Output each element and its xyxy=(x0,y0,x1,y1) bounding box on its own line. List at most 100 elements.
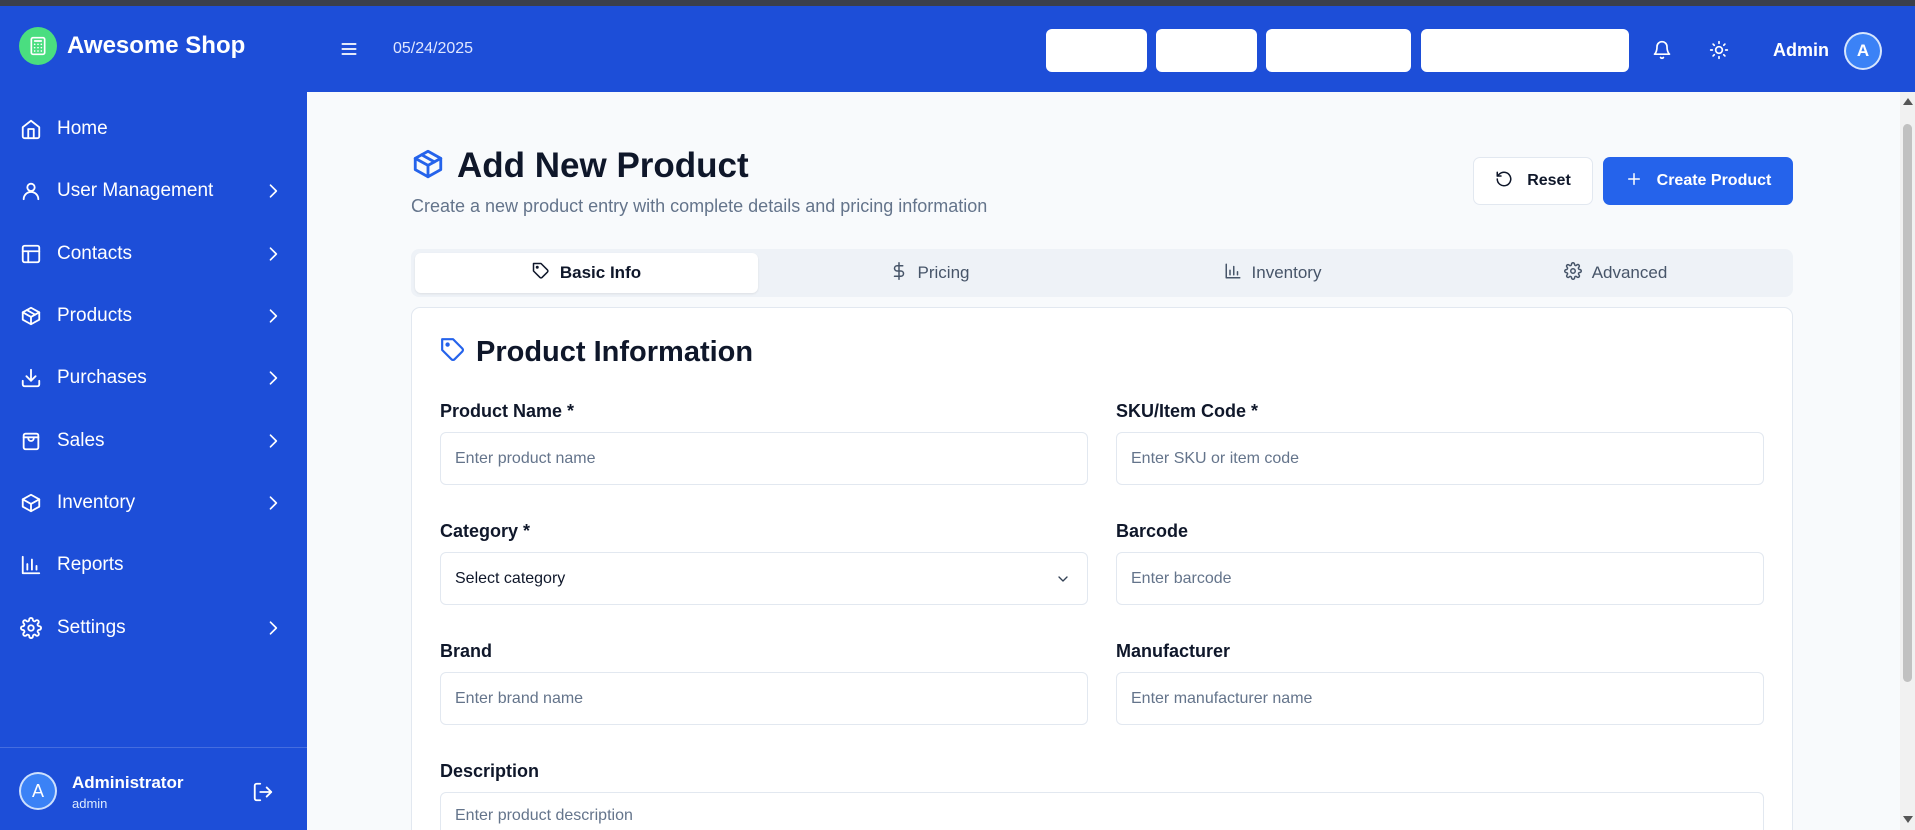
chevron-right-icon xyxy=(263,618,283,638)
gear-icon xyxy=(19,616,43,640)
avatar[interactable]: A xyxy=(19,772,57,810)
sidebar-nav: Home User Management Contacts Products P… xyxy=(0,98,307,659)
sidebar-item-label: Settings xyxy=(57,616,126,638)
plus-icon xyxy=(1625,170,1643,193)
sidebar-item-label: Reports xyxy=(57,554,124,576)
app-name: Awesome Shop xyxy=(67,32,246,59)
chevron-right-icon xyxy=(263,368,283,388)
chevron-right-icon xyxy=(263,244,283,264)
sidebar-item-label: Products xyxy=(57,305,132,327)
sidebar-item-label: User Management xyxy=(57,180,214,202)
current-date: 05/24/2025 xyxy=(393,40,474,57)
box-icon xyxy=(19,304,43,328)
scroll-down-arrow[interactable] xyxy=(1903,816,1913,823)
description-textarea[interactable] xyxy=(440,792,1764,830)
sun-icon[interactable] xyxy=(1709,40,1729,60)
product-name-label: Product Name * xyxy=(440,401,575,421)
sidebar: Awesome Shop Home User Management Contac… xyxy=(0,6,307,830)
tab-label: Basic Info xyxy=(559,263,642,282)
main-content: Add New Product Create a new product ent… xyxy=(307,92,1900,830)
section-title: Product Information xyxy=(476,336,754,368)
tab-label: Pricing xyxy=(917,263,970,282)
header-button-3[interactable] xyxy=(1266,29,1411,72)
bar-chart-icon xyxy=(19,553,43,577)
tab-label: Advanced xyxy=(1591,263,1668,282)
section-header: Product Information xyxy=(440,336,753,369)
sidebar-item-products[interactable]: Products xyxy=(0,285,307,347)
sku-input[interactable] xyxy=(1116,432,1764,485)
sidebar-item-reports[interactable]: Reports xyxy=(0,534,307,596)
sidebar-item-home[interactable]: Home xyxy=(0,98,307,160)
sidebar-item-user-management[interactable]: User Management xyxy=(0,160,307,222)
tab-bar: Basic Info Pricing Inventory Advanced xyxy=(411,249,1793,297)
page-header: Add New Product xyxy=(411,146,749,186)
sidebar-item-purchases[interactable]: Purchases xyxy=(0,347,307,409)
sidebar-item-settings[interactable]: Settings xyxy=(0,596,307,658)
header-button-4[interactable] xyxy=(1421,29,1629,72)
calculator-icon xyxy=(19,27,57,65)
barcode-label: Barcode xyxy=(1116,521,1189,541)
sidebar-item-label: Home xyxy=(57,118,108,140)
user-icon xyxy=(19,179,43,203)
tab-inventory[interactable]: Inventory xyxy=(1101,253,1444,293)
logout-icon[interactable] xyxy=(252,781,274,803)
bar-chart-icon xyxy=(1224,262,1242,285)
sidebar-item-label: Inventory xyxy=(57,491,136,513)
chevron-right-icon xyxy=(263,431,283,451)
tab-label: Inventory xyxy=(1251,263,1322,282)
reset-button[interactable]: Reset xyxy=(1473,157,1593,205)
manufacturer-input[interactable] xyxy=(1116,672,1764,725)
sidebar-item-contacts[interactable]: Contacts xyxy=(0,223,307,285)
product-name-input[interactable] xyxy=(440,432,1088,485)
category-select[interactable]: Select category xyxy=(440,552,1088,605)
tab-basic-info[interactable]: Basic Info xyxy=(415,253,758,293)
sidebar-user-panel: A Administrator admin xyxy=(0,747,307,830)
download-icon xyxy=(19,366,43,390)
rotate-ccw-icon xyxy=(1495,170,1513,193)
brand-input[interactable] xyxy=(440,672,1088,725)
tab-pricing[interactable]: Pricing xyxy=(758,253,1101,293)
header-button-2[interactable] xyxy=(1156,29,1257,72)
contacts-icon xyxy=(19,242,43,266)
chevron-right-icon xyxy=(263,306,283,326)
brand[interactable]: Awesome Shop xyxy=(19,27,245,65)
box-icon xyxy=(411,147,445,186)
product-information-card: Product Information Product Name * SKU/I… xyxy=(411,307,1793,830)
menu-icon[interactable] xyxy=(339,39,359,59)
brand-label: Brand xyxy=(440,641,493,661)
package-icon xyxy=(19,491,43,515)
tag-icon xyxy=(440,337,466,368)
scrollbar[interactable] xyxy=(1900,92,1915,830)
scroll-up-arrow[interactable] xyxy=(1903,98,1913,105)
sidebar-item-inventory[interactable]: Inventory xyxy=(0,472,307,534)
bell-icon[interactable] xyxy=(1652,40,1672,60)
chevron-down-icon xyxy=(1055,571,1071,587)
tag-icon xyxy=(532,262,550,285)
avatar[interactable]: A xyxy=(1844,32,1882,70)
gear-icon xyxy=(1563,261,1582,285)
create-product-label: Create Product xyxy=(1656,172,1772,189)
sidebar-item-sales[interactable]: Sales xyxy=(0,409,307,471)
dollar-icon xyxy=(890,261,908,285)
top-header: 05/24/2025 Admin A xyxy=(307,6,1915,92)
header-user-name[interactable]: Admin xyxy=(1773,40,1829,61)
barcode-input[interactable] xyxy=(1116,552,1764,605)
category-label: Category * xyxy=(440,521,531,541)
sidebar-user-name: Administrator xyxy=(72,773,184,792)
create-product-button[interactable]: Create Product xyxy=(1603,157,1793,205)
sidebar-item-label: Contacts xyxy=(57,242,132,264)
page-title: Add New Product xyxy=(457,146,749,185)
sidebar-user-role: admin xyxy=(72,796,108,811)
tab-advanced[interactable]: Advanced xyxy=(1444,253,1787,293)
header-button-1[interactable] xyxy=(1046,29,1147,72)
chevron-right-icon xyxy=(263,181,283,201)
reset-label: Reset xyxy=(1527,172,1571,189)
category-select-value: Select category xyxy=(455,569,566,587)
scrollbar-thumb[interactable] xyxy=(1903,124,1912,682)
chevron-right-icon xyxy=(263,493,283,513)
manufacturer-label: Manufacturer xyxy=(1116,641,1231,661)
sku-label: SKU/Item Code * xyxy=(1116,401,1259,421)
page-subtitle: Create a new product entry with complete… xyxy=(411,196,988,216)
sidebar-item-label: Purchases xyxy=(57,367,147,389)
description-label: Description xyxy=(440,761,540,781)
